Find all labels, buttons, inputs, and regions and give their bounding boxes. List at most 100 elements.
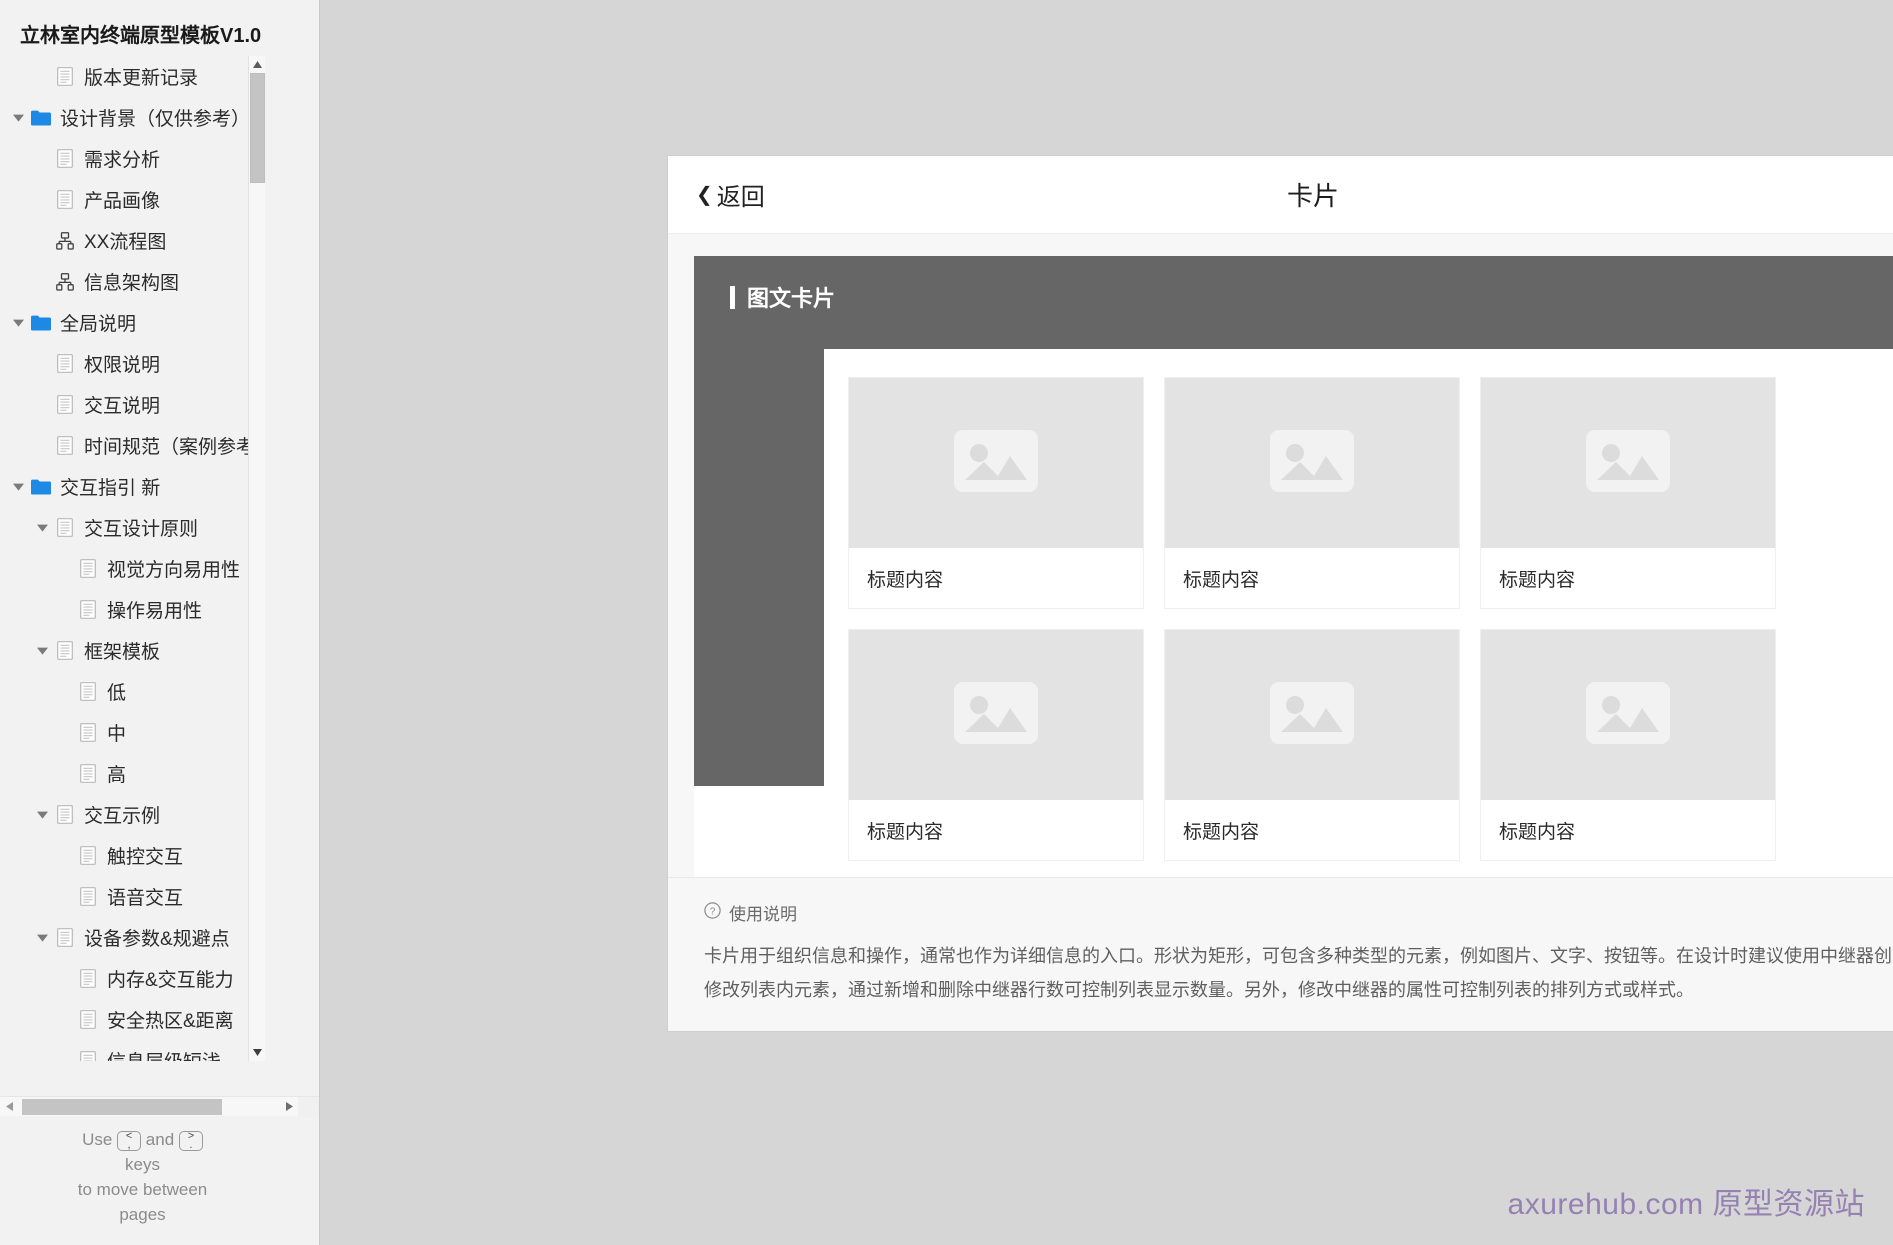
key-prev-bottom: , [127,1138,131,1151]
page-icon [52,395,78,414]
chevron-down-icon[interactable] [8,319,28,327]
card-thumbnail [1165,378,1459,548]
sitemap-item-label: 全局说明 [60,314,137,335]
content-card[interactable]: 标题内容 [1480,629,1776,861]
sitemap-item-label: 需求分析 [84,150,161,171]
page-icon [75,559,101,578]
image-placeholder-icon [954,681,1038,749]
sitemap-item-label: 内存&交互能力 [107,970,234,991]
sitemap-item-label: 语音交互 [107,888,184,909]
folder-icon [28,110,54,126]
page-icon [52,805,78,824]
chevron-left-icon: ❮ [696,184,713,206]
page-icon [52,436,78,455]
sitemap-item-label: 交互指引 新 [60,478,161,499]
image-placeholder-icon [954,429,1038,497]
hint-use: Use [82,1130,113,1149]
page-icon [75,1010,101,1029]
hscroll-thumb[interactable] [22,1098,222,1115]
hint-keys: keys [125,1155,160,1174]
back-button-label: 返回 [716,184,765,211]
sitemap-item-label: 交互示例 [84,806,161,827]
sitemap-item-label: 框架模板 [84,642,161,663]
card-list-area[interactable]: 标题内容 标题内容 标题内容 标题内容 标题内容 标题内容 [824,349,1893,946]
section-title-label: 图文卡片 [747,286,836,311]
sitemap-item-label: 权限说明 [84,355,161,376]
page-icon [52,149,78,168]
sitemap-item-label: 产品画像 [84,191,161,212]
card-thumbnail [1481,378,1775,548]
sitemap-tree-scroll-area[interactable]: 版本更新记录 设计背景（仅供参考） 需求分析 产品画像 XX流程图 信息架构图 全局说明 权限… [0,56,319,1061]
scroll-down-icon[interactable] [249,1044,266,1061]
card-thumbnail [849,378,1143,548]
scroll-left-icon[interactable] [0,1097,18,1117]
page-icon [52,518,78,537]
card-caption: 标题内容 [1481,800,1775,860]
sitemap-item-label: 设备参数&规避点 [84,929,230,950]
sitemap-item-label: 中 [107,724,127,745]
chevron-down-icon[interactable] [8,114,28,122]
page-icon [75,969,101,988]
scrollbar-corner [298,1096,319,1117]
sitemap-item-label: 交互说明 [84,396,161,417]
tree-vertical-scrollbar[interactable] [248,56,265,1061]
chevron-down-icon[interactable] [32,811,52,819]
key-prev[interactable]: < , [117,1130,142,1151]
hint-line3: to move between [77,1180,208,1199]
chevron-down-icon[interactable] [32,524,52,532]
scroll-right-icon[interactable] [280,1097,298,1117]
tree-horizontal-scrollbar[interactable] [0,1096,319,1117]
image-placeholder-icon [1586,429,1670,497]
hscroll-track[interactable] [18,1097,280,1117]
key-next[interactable]: > . [178,1130,203,1151]
sitemap-item-label: 时间规范（案例参考） [84,437,275,458]
device-header: ❮ 返回 卡片 [668,156,1893,234]
image-placeholder-icon [1586,681,1670,749]
section-accent-bar [730,285,735,309]
sitemap-item-label: 交互设计原则 [84,519,199,540]
sitemap-item-label: XX流程图 [84,232,167,253]
chevron-down-icon[interactable] [8,483,28,491]
app-root: 立林室内终端原型模板V1.0 版本更新记录 设计背景（仅供参考） 需求分析 产品画像 X… [0,0,1893,1245]
image-placeholder-icon [1270,429,1354,497]
scroll-up-icon[interactable] [249,56,266,73]
page-icon [52,928,78,947]
tree-scroll-thumb[interactable] [250,73,265,183]
image-placeholder-icon [1270,681,1354,749]
help-circle-icon: ? [704,901,721,924]
usage-note-header: ? 使用说明 [704,900,1893,925]
svg-text:?: ? [710,906,716,917]
card-panel: 图文卡片 标题内容 标题内容 标题内容 标题内容 标题内容 标题内容 [694,256,1893,946]
hint-and: and [145,1130,175,1149]
back-button[interactable]: ❮ 返回 [696,177,765,212]
content-card[interactable]: 标题内容 [1164,629,1460,861]
content-card[interactable]: 标题内容 [848,377,1144,609]
card-caption: 标题内容 [1481,548,1775,608]
card-thumbnail [849,630,1143,800]
prototype-stage: ❮ 返回 卡片 图文卡片 标题内容 标题内容 标题内容 标题内容 标题内容 标题内容 [320,0,1893,1245]
content-card[interactable]: 标题内容 [1480,377,1776,609]
chevron-down-icon[interactable] [32,934,52,942]
content-card[interactable]: 标题内容 [848,629,1144,861]
usage-note-text: 卡片用于组织信息和操作，通常也作为详细信息的入口。形状为矩形，可包含多种类型的元… [704,946,1893,1000]
page-icon [75,764,101,783]
page-icon [52,67,78,86]
page-icon [75,682,101,701]
sitemap-item-label: 视觉方向易用性 [107,560,241,581]
page-icon [75,887,101,906]
card-caption: 标题内容 [1165,800,1459,860]
page-icon [75,846,101,865]
card-thumbnail [1481,630,1775,800]
page-icon [75,600,101,619]
content-card[interactable]: 标题内容 [1164,377,1460,609]
card-caption: 标题内容 [1165,548,1459,608]
keyboard-hint: Use < , and > . keys to move between pag… [0,1127,285,1227]
page-icon [75,723,101,742]
usage-note: ? 使用说明 卡片用于组织信息和操作，通常也作为详细信息的入口。形状为矩形，可包… [668,877,1893,1031]
page-icon [52,354,78,373]
device-frame: ❮ 返回 卡片 图文卡片 标题内容 标题内容 标题内容 标题内容 标题内容 标题内容 [668,156,1893,1031]
card-caption: 标题内容 [849,800,1143,860]
chevron-down-icon[interactable] [32,647,52,655]
page-icon [52,190,78,209]
sitemap-item-label: 低 [107,683,127,704]
